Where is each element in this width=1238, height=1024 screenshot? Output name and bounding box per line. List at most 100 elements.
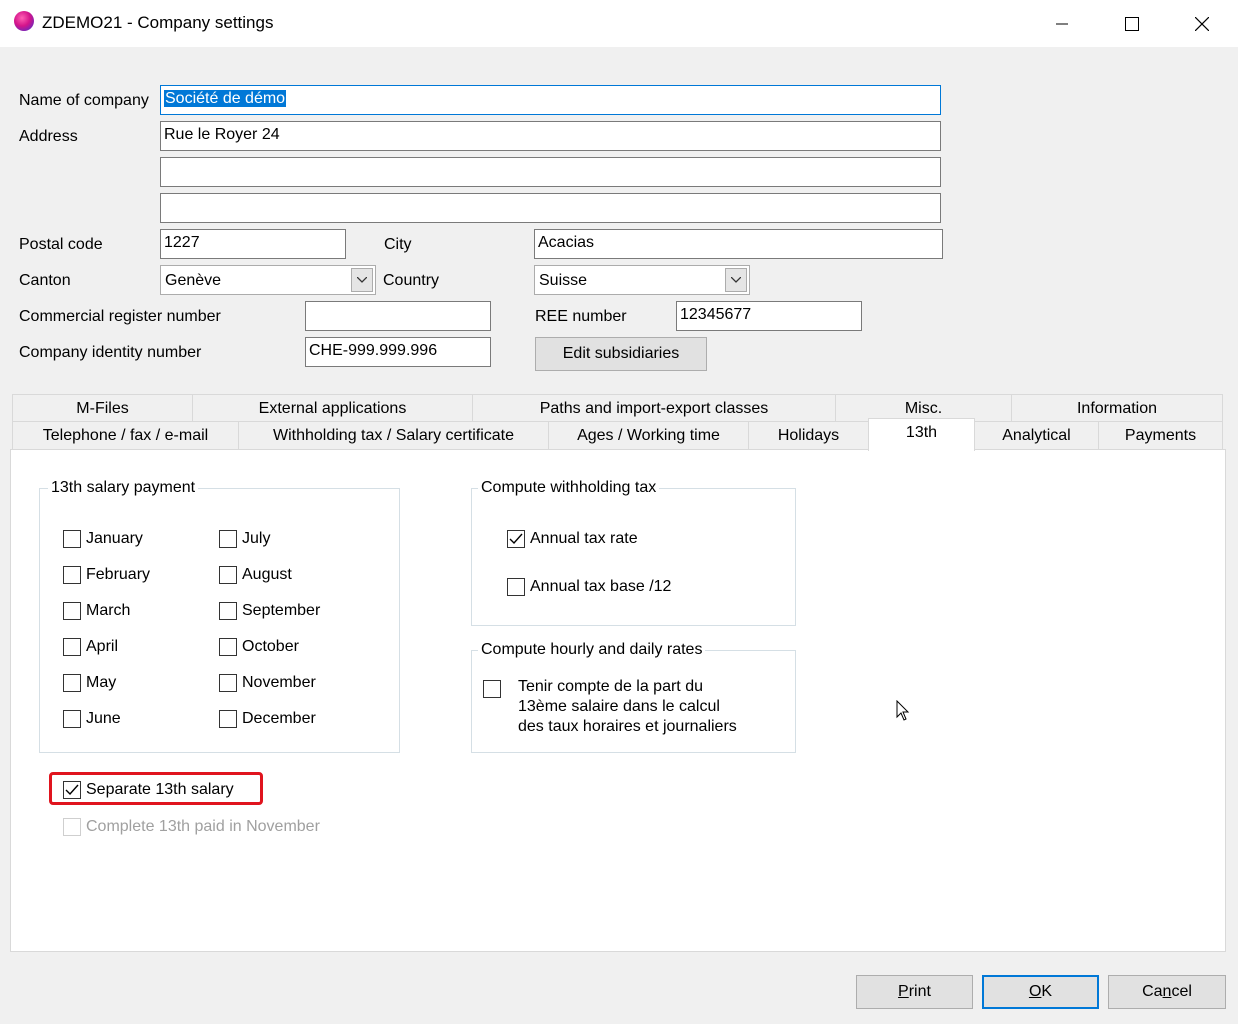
company-name-value: Société de démo bbox=[164, 90, 287, 107]
hourly-rates-group-title: Compute hourly and daily rates bbox=[478, 641, 706, 659]
withholding-tax-group-title: Compute withholding tax bbox=[478, 479, 660, 497]
may-checkbox[interactable] bbox=[63, 674, 81, 692]
tab-13th[interactable]: 13th bbox=[868, 418, 975, 451]
print-button[interactable]: Print bbox=[856, 975, 973, 1009]
august-checkbox[interactable] bbox=[219, 566, 237, 584]
annual-tax-base-checkbox[interactable] bbox=[507, 578, 525, 596]
october-checkbox[interactable] bbox=[219, 638, 237, 656]
window-title: ZDEMO21 - Company settings bbox=[42, 13, 274, 32]
december-checkbox[interactable] bbox=[219, 710, 237, 728]
ok-button[interactable]: OK bbox=[982, 975, 1099, 1009]
postal-code-label: Postal code bbox=[19, 236, 103, 253]
maximize-icon bbox=[1125, 16, 1139, 31]
march-checkbox[interactable] bbox=[63, 602, 81, 620]
address-label: Address bbox=[19, 128, 78, 145]
chevron-down-icon bbox=[357, 277, 367, 283]
may-label: May bbox=[86, 674, 117, 691]
tab-telephone-fax-email[interactable]: Telephone / fax / e-mail bbox=[12, 421, 239, 450]
july-label: July bbox=[242, 530, 271, 547]
tab-holidays[interactable]: Holidays bbox=[748, 421, 869, 450]
country-select[interactable]: Suisse bbox=[534, 265, 750, 295]
country-value: Suisse bbox=[539, 272, 588, 289]
tab-payments[interactable]: Payments bbox=[1098, 421, 1223, 450]
separate-13th-label: Separate 13th salary bbox=[86, 781, 234, 798]
app-logo-icon bbox=[14, 11, 34, 31]
hourly-rates-line-1: Tenir compte de la part du bbox=[518, 678, 703, 695]
close-icon bbox=[1195, 16, 1209, 31]
address-line2-input[interactable] bbox=[160, 157, 941, 187]
october-label: October bbox=[242, 638, 299, 655]
complete-13th-november-label: Complete 13th paid in November bbox=[86, 818, 320, 835]
canton-value: Genève bbox=[165, 272, 222, 289]
tab-m-files[interactable]: M-Files bbox=[12, 394, 193, 422]
cancel-button-mnemonic: n bbox=[1162, 983, 1172, 1000]
close-button[interactable] bbox=[1167, 0, 1237, 47]
february-checkbox[interactable] bbox=[63, 566, 81, 584]
tab-analytical[interactable]: Analytical bbox=[974, 421, 1099, 450]
january-checkbox[interactable] bbox=[63, 530, 81, 548]
address-line3-input[interactable] bbox=[160, 193, 941, 223]
july-checkbox[interactable] bbox=[219, 530, 237, 548]
ree-number-label: REE number bbox=[535, 308, 627, 325]
country-label: Country bbox=[383, 272, 440, 289]
commercial-register-input[interactable] bbox=[305, 301, 491, 331]
hourly-rates-13th-label: Tenir compte de la part du 13ème salaire… bbox=[518, 677, 737, 737]
canton-select[interactable]: Genève bbox=[160, 265, 376, 295]
mouse-cursor-icon bbox=[896, 700, 910, 721]
august-label: August bbox=[242, 566, 292, 583]
canton-label: Canton bbox=[19, 272, 71, 289]
company-identity-label: Company identity number bbox=[19, 344, 202, 361]
cancel-button-label-end: cel bbox=[1171, 983, 1192, 1000]
february-label: February bbox=[86, 566, 151, 583]
title-bar: ZDEMO21 - Company settings bbox=[0, 0, 1238, 47]
city-label: City bbox=[384, 236, 412, 253]
company-name-input[interactable]: Société de démo bbox=[160, 85, 941, 115]
december-label: December bbox=[242, 710, 316, 727]
company-identity-input[interactable]: CHE-999.999.996 bbox=[305, 337, 491, 367]
tab-ages-working-time[interactable]: Ages / Working time bbox=[548, 421, 749, 450]
company-name-label: Name of company bbox=[19, 92, 149, 109]
tab-paths-import-export[interactable]: Paths and import-export classes bbox=[472, 394, 836, 422]
ok-button-mnemonic: O bbox=[1028, 983, 1042, 1000]
print-button-mnemonic: P bbox=[898, 983, 909, 1000]
hourly-rates-line-2: 13ème salaire dans le calcul bbox=[518, 698, 720, 715]
checkmark-icon bbox=[509, 533, 523, 545]
hourly-rates-13th-checkbox[interactable] bbox=[483, 680, 501, 698]
canton-dropdown-button[interactable] bbox=[351, 268, 373, 292]
complete-13th-november-checkbox[interactable] bbox=[63, 818, 81, 836]
edit-subsidiaries-button[interactable]: Edit subsidiaries bbox=[535, 337, 707, 371]
print-button-label: rint bbox=[908, 983, 931, 1000]
april-checkbox[interactable] bbox=[63, 638, 81, 656]
minimize-icon bbox=[1056, 23, 1068, 24]
september-checkbox[interactable] bbox=[219, 602, 237, 620]
salary-payment-group-title: 13th salary payment bbox=[48, 479, 199, 497]
commercial-register-label: Commercial register number bbox=[19, 308, 221, 325]
ree-number-input[interactable]: 12345677 bbox=[676, 301, 862, 331]
city-input[interactable]: Acacias bbox=[534, 229, 943, 259]
ok-button-label: K bbox=[1041, 983, 1053, 1000]
minimize-button[interactable] bbox=[1027, 0, 1097, 47]
maximize-button[interactable] bbox=[1097, 0, 1167, 47]
november-label: November bbox=[242, 674, 316, 691]
separate-13th-checkbox[interactable] bbox=[63, 781, 81, 799]
tab-information[interactable]: Information bbox=[1011, 394, 1223, 422]
cancel-button-label-start: Ca bbox=[1142, 983, 1163, 1000]
address-line1-input[interactable]: Rue le Royer 24 bbox=[160, 121, 941, 151]
postal-code-input[interactable]: 1227 bbox=[160, 229, 346, 259]
annual-tax-base-label: Annual tax base /12 bbox=[530, 578, 672, 595]
march-label: March bbox=[86, 602, 131, 619]
september-label: September bbox=[242, 602, 321, 619]
january-label: January bbox=[86, 530, 143, 547]
june-checkbox[interactable] bbox=[63, 710, 81, 728]
november-checkbox[interactable] bbox=[219, 674, 237, 692]
tab-withholding-tax[interactable]: Withholding tax / Salary certificate bbox=[238, 421, 549, 450]
tab-external-applications[interactable]: External applications bbox=[192, 394, 473, 422]
withholding-tax-group bbox=[471, 488, 796, 626]
cancel-button[interactable]: Ca n cel bbox=[1108, 975, 1226, 1009]
june-label: June bbox=[86, 710, 121, 727]
annual-tax-rate-label: Annual tax rate bbox=[530, 530, 638, 547]
country-dropdown-button[interactable] bbox=[725, 268, 747, 292]
april-label: April bbox=[86, 638, 119, 655]
hourly-rates-line-3: des taux horaires et journaliers bbox=[518, 718, 737, 735]
annual-tax-rate-checkbox[interactable] bbox=[507, 530, 525, 548]
